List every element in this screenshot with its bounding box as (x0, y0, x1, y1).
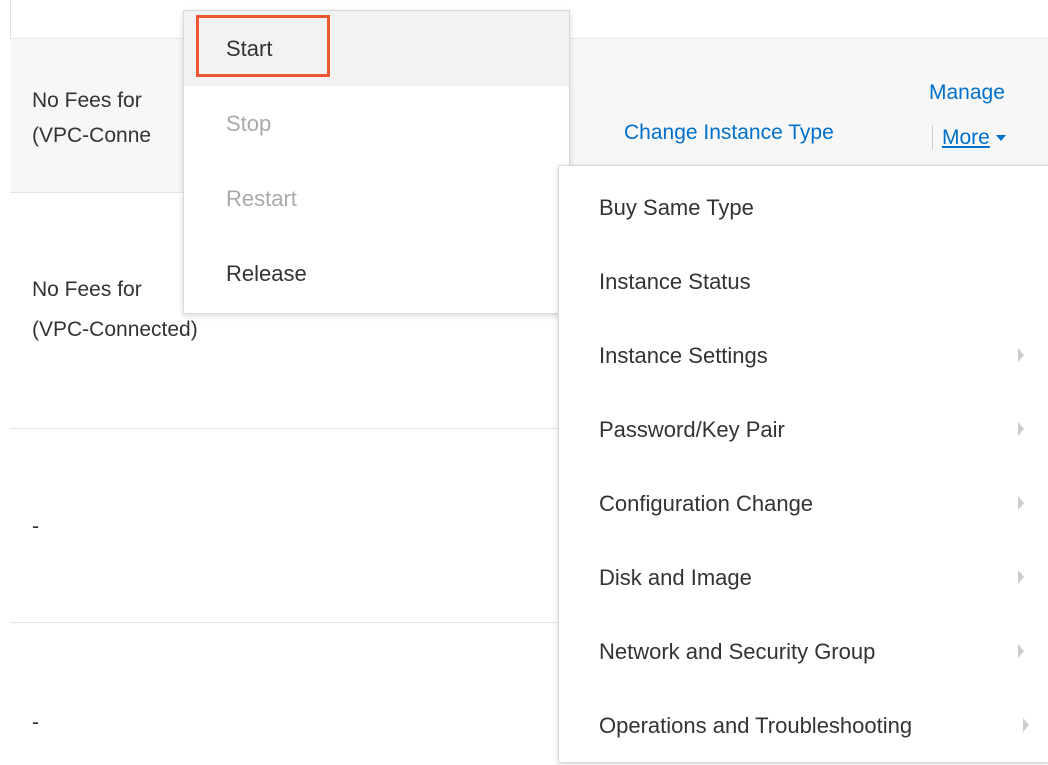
menu-item-label: Network and Security Group (599, 639, 876, 664)
chevron-right-icon (1018, 570, 1024, 584)
menu-item-configuration-change[interactable]: Configuration Change (559, 467, 1048, 541)
fee-text-line2: (VPC-Conne (32, 124, 152, 147)
menu-item-instance-settings[interactable]: Instance Settings (559, 319, 1048, 393)
caret-down-icon (995, 135, 1006, 142)
fee-text-line1: No Fees for (32, 89, 142, 112)
chevron-right-icon (1018, 496, 1024, 510)
more-actions-menu: Buy Same Type Instance Status Instance S… (558, 165, 1048, 763)
menu-item-buy-same-type[interactable]: Buy Same Type (559, 171, 1048, 245)
chevron-right-icon (1023, 718, 1029, 732)
menu-item-label: Configuration Change (599, 491, 814, 516)
menu-item-password-key-pair[interactable]: Password/Key Pair (559, 393, 1048, 467)
menu-item-label: Operations and Troubleshooting (599, 713, 913, 738)
chevron-right-icon (1018, 644, 1024, 658)
menu-item-restart[interactable]: Restart (184, 161, 569, 236)
menu-item-label: Disk and Image (599, 565, 752, 590)
menu-item-disk-and-image[interactable]: Disk and Image (559, 541, 1048, 615)
action-separator (932, 125, 933, 149)
more-label: More (942, 126, 990, 149)
chevron-right-icon (1018, 348, 1024, 362)
chevron-right-icon (1018, 422, 1024, 436)
menu-item-label: Instance Status (599, 269, 751, 294)
fee-text-line1: No Fees for (32, 278, 142, 301)
manage-link[interactable]: Manage (929, 81, 1005, 105)
fee-text: - (32, 711, 39, 734)
start-highlight-box (196, 15, 330, 77)
more-dropdown-toggle[interactable]: More (942, 126, 1006, 150)
menu-item-label: Instance Settings (599, 343, 768, 368)
change-instance-type-link[interactable]: Change Instance Type (624, 121, 834, 145)
menu-item-instance-status[interactable]: Instance Status (559, 245, 1048, 319)
fee-text-line2: (VPC-Connected) (32, 318, 198, 341)
menu-item-label: Buy Same Type (599, 195, 754, 220)
menu-item-operations-troubleshooting[interactable]: Operations and Troubleshooting (559, 689, 1048, 763)
fee-text: - (32, 515, 39, 538)
menu-item-release[interactable]: Release (184, 236, 569, 311)
menu-item-label: Password/Key Pair (599, 417, 785, 442)
menu-item-stop[interactable]: Stop (184, 86, 569, 161)
menu-item-network-security-group[interactable]: Network and Security Group (559, 615, 1048, 689)
